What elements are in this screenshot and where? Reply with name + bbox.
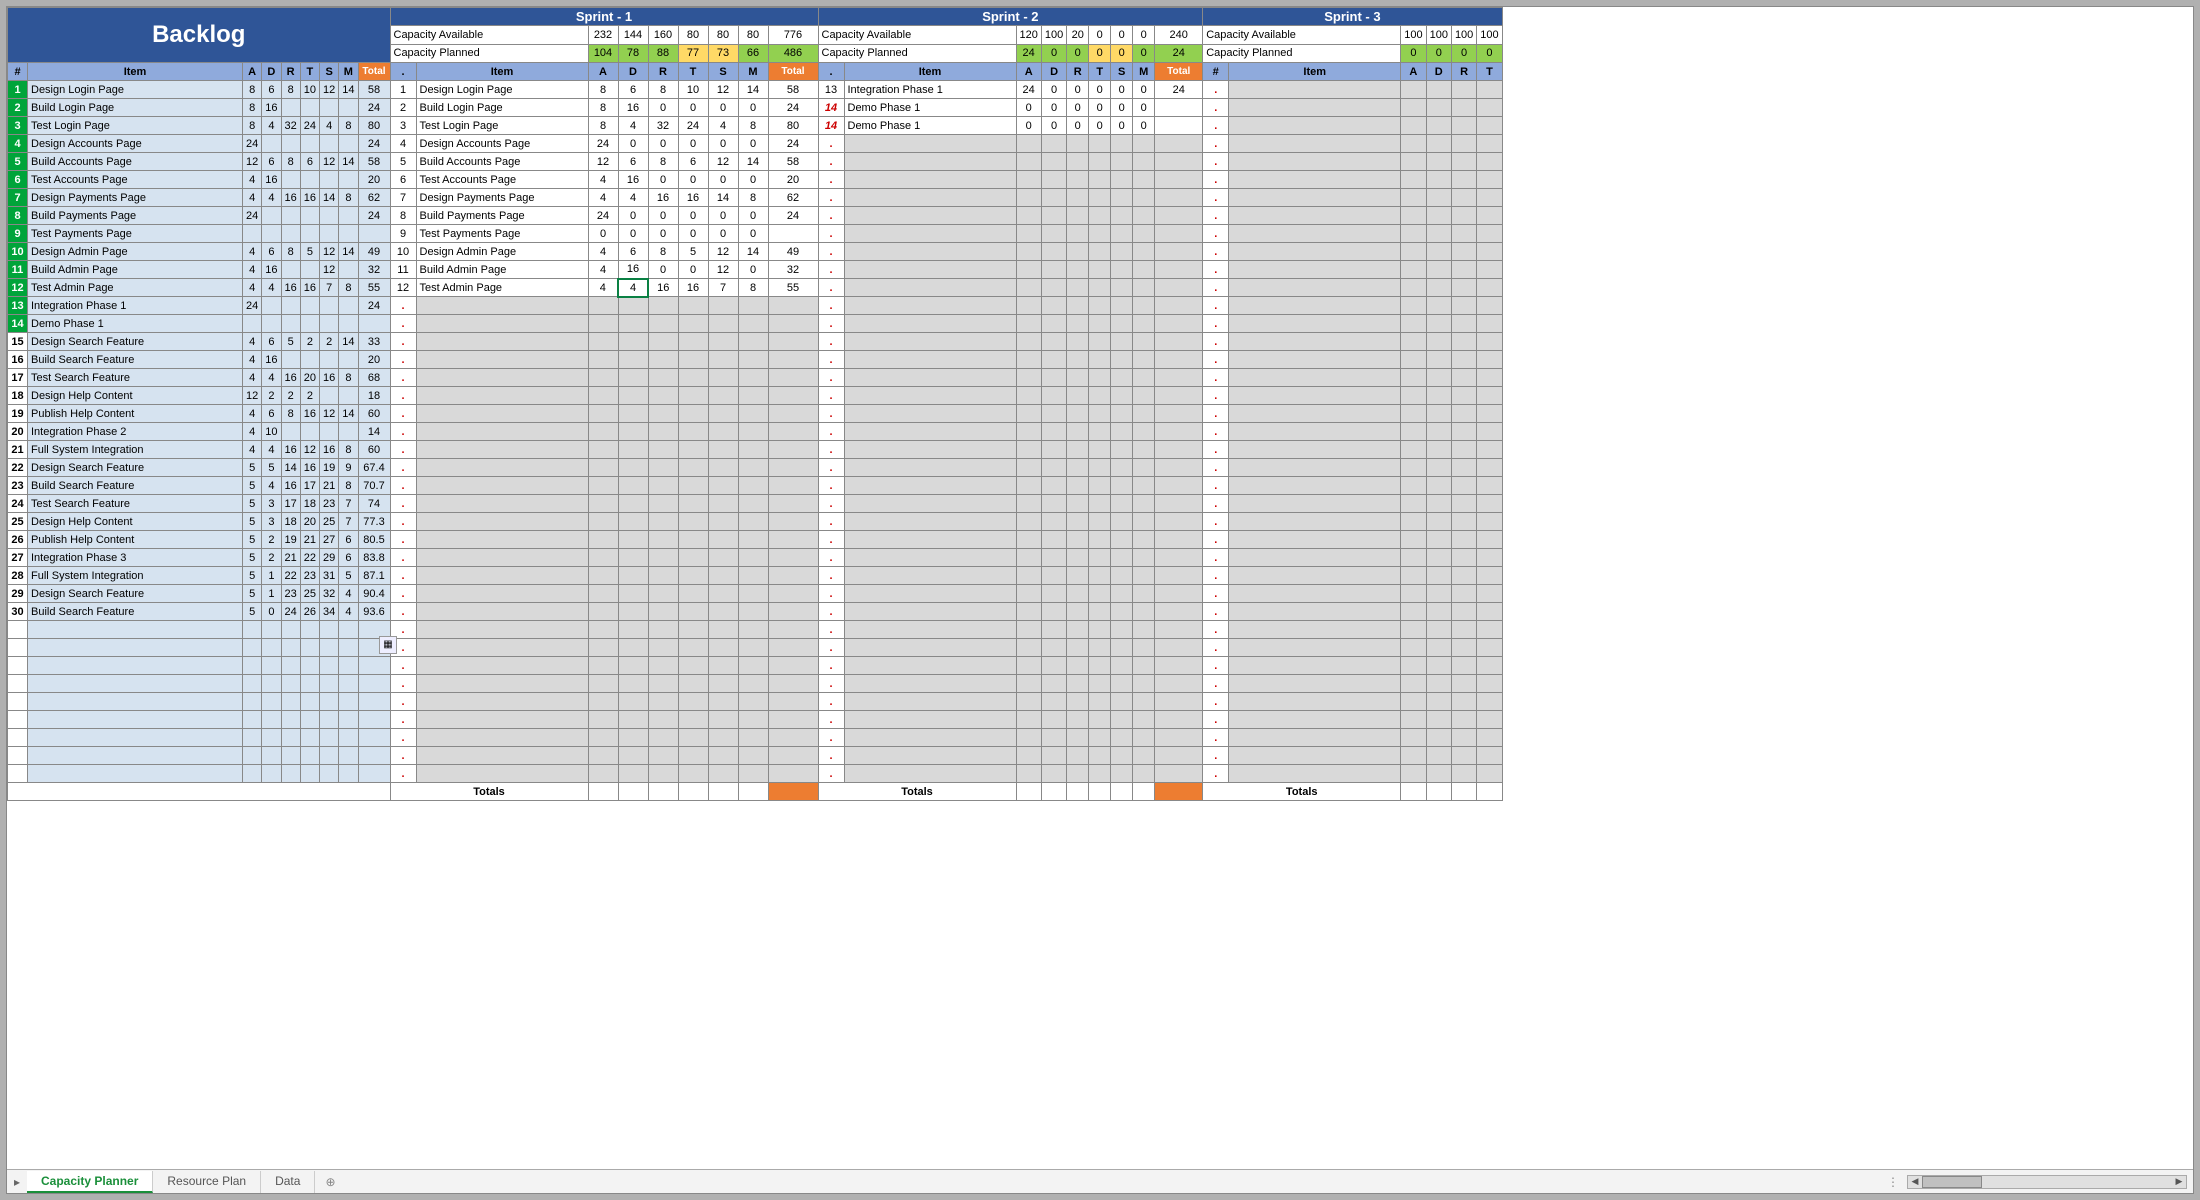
- backlog-row-num: 6: [8, 171, 28, 189]
- tabs-prev[interactable]: ▸: [7, 1175, 27, 1189]
- backlog-item: Build Login Page: [28, 99, 243, 117]
- backlog-item: Test Search Feature: [28, 369, 243, 387]
- backlog-row-num: 21: [8, 441, 28, 459]
- sprint1-item[interactable]: Design Accounts Page: [416, 135, 588, 153]
- backlog-row-num: 8: [8, 207, 28, 225]
- sprint1-item[interactable]: Design Login Page: [416, 81, 588, 99]
- backlog-item: Integration Phase 1: [28, 297, 243, 315]
- backlog-row-num: 19: [8, 405, 28, 423]
- backlog-item: Full System Integration: [28, 567, 243, 585]
- backlog-item: Build Search Feature: [28, 603, 243, 621]
- backlog-item: Integration Phase 3: [28, 549, 243, 567]
- backlog-item: Test Admin Page: [28, 279, 243, 297]
- backlog-item: Test Payments Page: [28, 225, 243, 243]
- scroll-left[interactable]: ◀: [1908, 1176, 1922, 1187]
- backlog-row-num: 2: [8, 99, 28, 117]
- backlog-row-num: 12: [8, 279, 28, 297]
- backlog-item: Build Admin Page: [28, 261, 243, 279]
- backlog-row-num: 9: [8, 225, 28, 243]
- sprint1-item[interactable]: Build Accounts Page: [416, 153, 588, 171]
- horizontal-scrollbar[interactable]: ◀ ▶: [1907, 1175, 2187, 1189]
- backlog-row-num: 28: [8, 567, 28, 585]
- sprint1-item[interactable]: Test Login Page: [416, 117, 588, 135]
- backlog-item: Design Admin Page: [28, 243, 243, 261]
- sprint2-header: Sprint - 2: [818, 8, 1203, 26]
- backlog-row-num: 7: [8, 189, 28, 207]
- backlog-row-num: 29: [8, 585, 28, 603]
- backlog-item: Design Payments Page: [28, 189, 243, 207]
- backlog-row-num: 24: [8, 495, 28, 513]
- backlog-row-num: 11: [8, 261, 28, 279]
- backlog-row-num: 20: [8, 423, 28, 441]
- backlog-row-num: 27: [8, 549, 28, 567]
- backlog-row-num: 4: [8, 135, 28, 153]
- backlog-row-num: 3: [8, 117, 28, 135]
- sprint1-item[interactable]: Build Login Page: [416, 99, 588, 117]
- backlog-row-num: 14: [8, 315, 28, 333]
- sprint1-item[interactable]: Test Accounts Page: [416, 171, 588, 189]
- backlog-row-num: 15: [8, 333, 28, 351]
- sprint2-item[interactable]: Demo Phase 1: [844, 99, 1016, 117]
- backlog-item: Design Help Content: [28, 387, 243, 405]
- sprint1-item[interactable]: Build Admin Page: [416, 261, 588, 279]
- backlog-row-num: 22: [8, 459, 28, 477]
- backlog-title: Backlog: [8, 8, 391, 63]
- backlog-item: Design Search Feature: [28, 459, 243, 477]
- backlog-row-num: 16: [8, 351, 28, 369]
- sprint1-item[interactable]: Test Payments Page: [416, 225, 588, 243]
- col-item: Item: [28, 63, 243, 81]
- sheet-tab-resource plan[interactable]: Resource Plan: [153, 1171, 261, 1193]
- backlog-item: Design Login Page: [28, 81, 243, 99]
- backlog-item: Build Payments Page: [28, 207, 243, 225]
- backlog-item: Publish Help Content: [28, 531, 243, 549]
- sprint1-item[interactable]: Design Admin Page: [416, 243, 588, 261]
- scroll-thumb[interactable]: [1922, 1176, 1982, 1188]
- backlog-item: Design Search Feature: [28, 333, 243, 351]
- backlog-row-num: 18: [8, 387, 28, 405]
- backlog-row-num: 17: [8, 369, 28, 387]
- sprint1-item[interactable]: Design Payments Page: [416, 189, 588, 207]
- sprint1-item[interactable]: Build Payments Page: [416, 207, 588, 225]
- backlog-item: Build Search Feature: [28, 477, 243, 495]
- add-sheet-button[interactable]: ⊕: [315, 1172, 345, 1192]
- sprint2-item[interactable]: Demo Phase 1: [844, 117, 1016, 135]
- backlog-item: Test Login Page: [28, 117, 243, 135]
- backlog-row-num: 10: [8, 243, 28, 261]
- spreadsheet-app: BacklogSprint - 1Sprint - 2Sprint - 3 Cap…: [6, 6, 2194, 1194]
- scroll-right[interactable]: ▶: [2172, 1176, 2186, 1187]
- cap-avail-label: Capacity Available: [390, 26, 588, 44]
- backlog-item: Publish Help Content: [28, 405, 243, 423]
- backlog-item: Design Accounts Page: [28, 135, 243, 153]
- backlog-row-num: 13: [8, 297, 28, 315]
- backlog-item: Build Search Feature: [28, 351, 243, 369]
- sprint1-header: Sprint - 1: [390, 8, 818, 26]
- sheet-tab-capacity planner[interactable]: Capacity Planner: [27, 1171, 153, 1193]
- backlog-row-num: 1: [8, 81, 28, 99]
- backlog-row-num: 23: [8, 477, 28, 495]
- worksheet-grid[interactable]: BacklogSprint - 1Sprint - 2Sprint - 3 Cap…: [7, 7, 2193, 1169]
- backlog-item: Design Help Content: [28, 513, 243, 531]
- sheet-tab-data[interactable]: Data: [261, 1171, 315, 1193]
- backlog-item: Demo Phase 1: [28, 315, 243, 333]
- backlog-row-num: 25: [8, 513, 28, 531]
- backlog-item: Integration Phase 2: [28, 423, 243, 441]
- backlog-item: Full System Integration: [28, 441, 243, 459]
- backlog-item: Design Search Feature: [28, 585, 243, 603]
- backlog-row-num: 5: [8, 153, 28, 171]
- backlog-item: Build Accounts Page: [28, 153, 243, 171]
- backlog-row-num: 26: [8, 531, 28, 549]
- backlog-item: Test Search Feature: [28, 495, 243, 513]
- sprint2-item[interactable]: Integration Phase 1: [844, 81, 1016, 99]
- sheet-tabs-bar: ▸ Capacity PlannerResource PlanData ⊕ ⋮ …: [7, 1169, 2193, 1193]
- sprint3-header: Sprint - 3: [1203, 8, 1502, 26]
- sprint1-item[interactable]: Test Admin Page: [416, 279, 588, 297]
- backlog-row-num: 30: [8, 603, 28, 621]
- autofill-smarttag[interactable]: ▦: [379, 636, 397, 654]
- backlog-item: Test Accounts Page: [28, 171, 243, 189]
- cap-plan-label: Capacity Planned: [390, 44, 588, 62]
